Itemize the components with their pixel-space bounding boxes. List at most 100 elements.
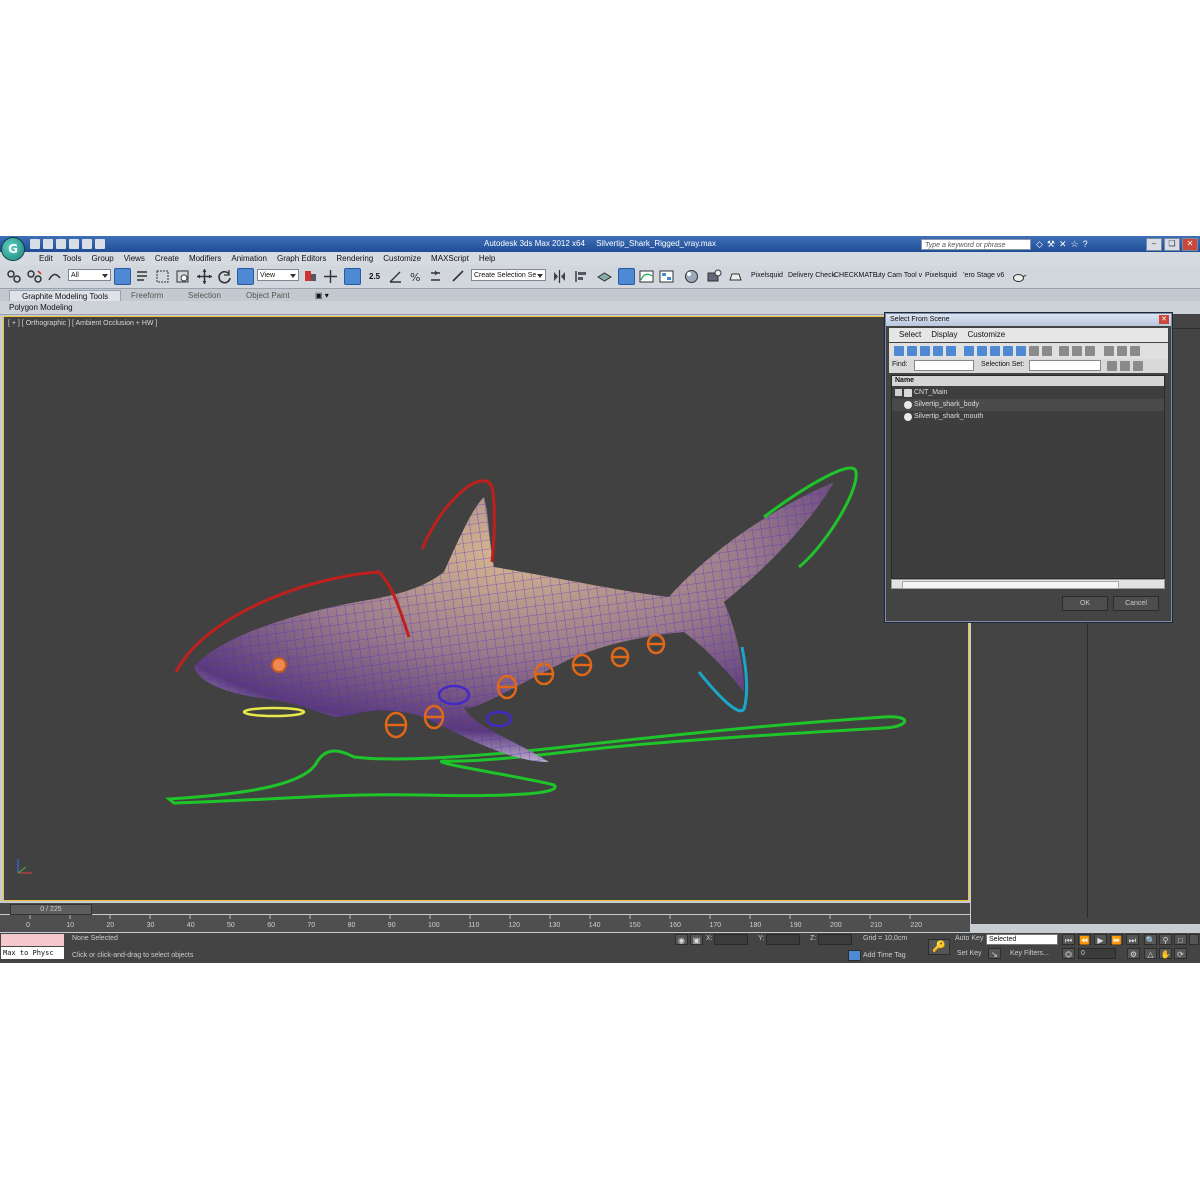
- display-xrefs-icon[interactable]: [990, 346, 1000, 356]
- align-icon[interactable]: [573, 268, 590, 285]
- window-crossing-icon[interactable]: [174, 268, 191, 285]
- maxscript-listener-input[interactable]: Max to Physc: [1, 947, 64, 959]
- material-editor-icon[interactable]: [683, 268, 700, 285]
- menu-customize[interactable]: Customize: [378, 252, 426, 265]
- y-coordinate-field[interactable]: [766, 934, 800, 945]
- maximize-viewport-icon[interactable]: [1189, 934, 1199, 945]
- schematic-view-icon[interactable]: [658, 268, 675, 285]
- menu-rendering[interactable]: Rendering: [331, 252, 378, 265]
- display-groups-icon[interactable]: [977, 346, 987, 356]
- select-manipulate-icon[interactable]: [322, 268, 339, 285]
- snap-toggle-label[interactable]: 2.5: [369, 272, 380, 281]
- menu-animation[interactable]: Animation: [226, 252, 272, 265]
- star-icon[interactable]: ☆: [1071, 239, 1079, 250]
- menu-modifiers[interactable]: Modifiers: [184, 252, 226, 265]
- track-bar[interactable]: 0 10 20 30 40 50 60 70 80 90 100 110 120 130 140 150 160…: [0, 915, 970, 932]
- scrollbar-thumb[interactable]: [902, 581, 1119, 589]
- plugin-checkmate[interactable]: CHECKMATE: [834, 272, 877, 279]
- pivot-center-icon[interactable]: [302, 268, 319, 285]
- rectangular-selection-icon[interactable]: [154, 268, 171, 285]
- orbit-icon[interactable]: ⟳: [1174, 948, 1187, 959]
- select-by-name-icon[interactable]: [134, 268, 151, 285]
- close-button[interactable]: ✕: [1182, 238, 1198, 251]
- add-time-tag[interactable]: Add Time Tag: [863, 952, 906, 959]
- tab-freeform[interactable]: Freeform: [131, 290, 163, 301]
- menu-graph-editors[interactable]: Graph Editors: [272, 252, 331, 265]
- plugin-delivery-check[interactable]: Delivery Check: [788, 272, 835, 279]
- menu-create[interactable]: Create: [150, 252, 184, 265]
- percent-snap-icon[interactable]: %: [407, 268, 424, 285]
- zoom-all-icon[interactable]: ⚲: [1159, 934, 1172, 945]
- key-mode-dropdown[interactable]: Selected: [986, 934, 1058, 945]
- lock-selection-icon[interactable]: ◉: [675, 934, 688, 945]
- rotate-icon[interactable]: [216, 268, 233, 285]
- binoculars-icon[interactable]: ◇: [1036, 239, 1043, 250]
- next-frame-icon[interactable]: ⏩: [1110, 934, 1123, 945]
- cancel-button[interactable]: Cancel: [1113, 596, 1159, 611]
- plugin-cam-tool[interactable]: .uty Cam Tool v: [874, 272, 922, 279]
- list-item[interactable]: Silvertip_shark_body: [892, 399, 1164, 411]
- time-slider-thumb[interactable]: 0 / 225: [10, 904, 92, 915]
- search-input[interactable]: Type a keyword or phrase: [921, 239, 1031, 250]
- add-to-set-icon[interactable]: [1133, 361, 1143, 371]
- render-setup-icon[interactable]: [706, 268, 723, 285]
- list-item[interactable]: CNT_Main: [892, 387, 1164, 399]
- selection-set-dropdown[interactable]: [1029, 360, 1101, 371]
- time-slider[interactable]: 0 / 225: [0, 903, 970, 915]
- list-item[interactable]: Silvertip_shark_mouth: [892, 411, 1164, 423]
- spinner-snap-icon[interactable]: [427, 268, 444, 285]
- zoom-icon[interactable]: 🔍: [1144, 934, 1157, 945]
- display-spacewarps-icon[interactable]: [964, 346, 974, 356]
- column-header-name[interactable]: Name: [892, 376, 1164, 386]
- display-none-icon[interactable]: [1072, 346, 1082, 356]
- reference-coord-dropdown[interactable]: View: [257, 269, 299, 281]
- polygon-modeling-panel[interactable]: Polygon Modeling: [9, 303, 73, 312]
- absolute-mode-icon[interactable]: ▣: [690, 934, 703, 945]
- previous-frame-icon[interactable]: ⏪: [1078, 934, 1091, 945]
- close-panel-icon[interactable]: ✕: [1059, 239, 1067, 250]
- keyboard-shortcut-override-button[interactable]: [344, 268, 361, 285]
- filter-icon[interactable]: [1117, 346, 1127, 356]
- zoom-extents-icon[interactable]: □: [1174, 934, 1187, 945]
- restore-button[interactable]: ❑: [1164, 238, 1180, 251]
- x-coordinate-field[interactable]: [714, 934, 748, 945]
- unlink-icon[interactable]: [26, 268, 43, 285]
- render-production-icon[interactable]: [727, 268, 744, 285]
- display-lights-icon[interactable]: [920, 346, 930, 356]
- layer-manager-icon[interactable]: [596, 268, 613, 285]
- sync-selection-icon[interactable]: [1104, 346, 1114, 356]
- menu-maxscript[interactable]: MAXScript: [426, 252, 474, 265]
- dialog-menu-select[interactable]: Select: [899, 328, 921, 342]
- display-frozen-icon[interactable]: [1029, 346, 1039, 356]
- move-icon[interactable]: [196, 268, 213, 285]
- display-geometry-icon[interactable]: [894, 346, 904, 356]
- select-and-link-icon[interactable]: [6, 268, 23, 285]
- curve-editor-icon[interactable]: [638, 268, 655, 285]
- named-selection-set-dropdown[interactable]: Create Selection Se: [471, 269, 546, 281]
- plugin-pixelsquid-2[interactable]: Pixelsquid: [925, 272, 957, 279]
- scale-button[interactable]: [237, 268, 254, 285]
- plugin-hero-stage[interactable]: ’ero Stage v6: [963, 272, 1004, 279]
- default-in-out-tangents-icon[interactable]: ↘: [988, 948, 1001, 959]
- play-icon[interactable]: ▶: [1094, 934, 1107, 945]
- viewport-orthographic[interactable]: [ + ] [ Orthographic ] [ Ambient Occlusi…: [3, 316, 969, 901]
- current-frame-field[interactable]: 0: [1078, 948, 1116, 959]
- ok-button[interactable]: OK: [1062, 596, 1108, 611]
- select-object-button[interactable]: [114, 268, 131, 285]
- menu-help[interactable]: Help: [474, 252, 500, 265]
- plugin-pixelsquid-1[interactable]: Pixelsquid: [751, 272, 783, 279]
- set-key-button[interactable]: Set Key: [957, 950, 982, 957]
- minimize-button[interactable]: –: [1146, 238, 1162, 251]
- display-invert-icon[interactable]: [1085, 346, 1095, 356]
- dialog-close-button[interactable]: ✕: [1159, 315, 1169, 324]
- edit-named-selection-icon[interactable]: [450, 268, 467, 285]
- filter-options-icon[interactable]: [1130, 346, 1140, 356]
- display-hidden-icon[interactable]: [1042, 346, 1052, 356]
- display-shapes-icon[interactable]: [907, 346, 917, 356]
- menu-group[interactable]: Group: [86, 252, 118, 265]
- display-bones-icon[interactable]: [1003, 346, 1013, 356]
- menu-tools[interactable]: Tools: [58, 252, 87, 265]
- remove-set-icon[interactable]: [1120, 361, 1130, 371]
- key-filters-button[interactable]: Key Filters...: [1010, 950, 1049, 957]
- time-configuration-icon[interactable]: ⚙: [1127, 948, 1140, 959]
